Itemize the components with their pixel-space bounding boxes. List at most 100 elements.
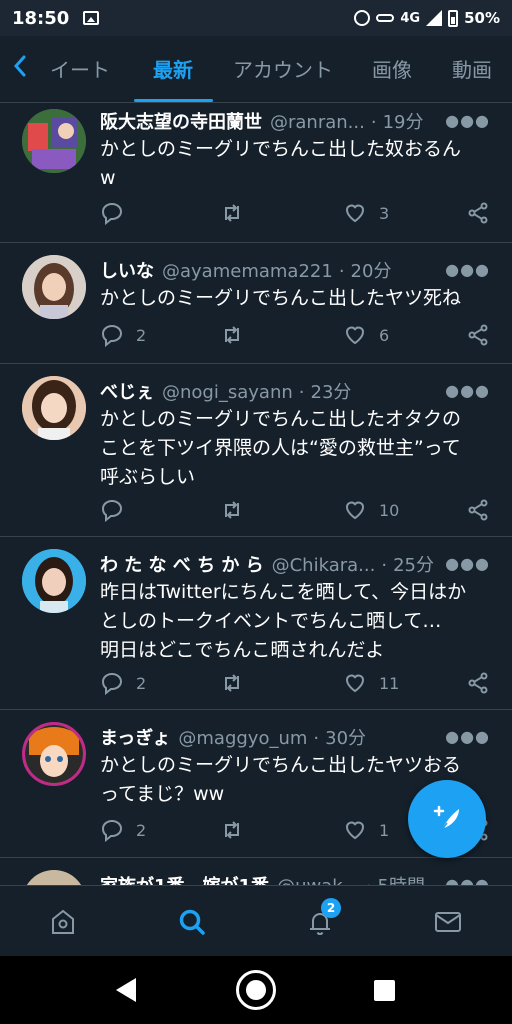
- more-options-icon[interactable]: ●●●: [445, 554, 490, 573]
- tweet-actions: 10: [100, 498, 490, 526]
- more-options-icon[interactable]: ●●●: [445, 260, 490, 279]
- gallery-notification-icon: [83, 11, 100, 25]
- tweet-time: 5時間: [378, 872, 425, 885]
- tweet-text: かとしのミーグリでちんこ出したヤツ死ね: [100, 284, 490, 313]
- avatar[interactable]: [22, 109, 86, 173]
- retweet-button[interactable]: [220, 498, 256, 522]
- share-button[interactable]: [466, 498, 490, 522]
- tweet-header: まっぎょ @maggyo_um · 30分: [100, 724, 492, 750]
- system-recents-icon[interactable]: [374, 980, 395, 1001]
- user-handle[interactable]: @ranran...: [270, 112, 365, 133]
- more-options-icon[interactable]: ●●●: [445, 381, 490, 400]
- nav-messages[interactable]: [430, 904, 466, 940]
- display-name[interactable]: しいな: [100, 257, 154, 283]
- reply-button[interactable]: 2: [100, 323, 146, 347]
- user-handle[interactable]: @Chikara...: [272, 555, 376, 576]
- like-count: 3: [379, 203, 390, 223]
- like-button[interactable]: 3: [343, 201, 389, 225]
- more-options-icon[interactable]: ●●●: [445, 727, 490, 746]
- avatar[interactable]: [22, 870, 86, 885]
- tweet-time: 19分: [382, 112, 424, 133]
- separator-dot: ·: [366, 876, 372, 885]
- like-button[interactable]: 1: [343, 818, 389, 842]
- retweet-button[interactable]: [220, 201, 256, 225]
- retweet-icon: [225, 501, 239, 519]
- display-name[interactable]: まっぎょ: [100, 724, 170, 750]
- reply-count: 2: [136, 820, 147, 840]
- retweet-button[interactable]: [220, 323, 256, 347]
- avatar[interactable]: [22, 376, 86, 440]
- share-icon: [468, 202, 488, 224]
- tweet[interactable]: 家族が1番、嫁が1番 @uwak... · 5時間 ●●●: [0, 858, 512, 885]
- tab-images[interactable]: 画像: [372, 54, 412, 83]
- share-button[interactable]: [466, 323, 490, 347]
- nav-search[interactable]: [174, 904, 210, 940]
- display-name[interactable]: べじぇ: [100, 378, 154, 404]
- vpn-key-icon: [376, 14, 395, 22]
- user-handle[interactable]: @ayamemama221: [162, 261, 333, 282]
- tweet[interactable]: べじぇ @nogi_sayann · 23分 ●●● かとしのミーグリでちんこ出…: [0, 364, 512, 537]
- reply-button[interactable]: [100, 498, 136, 522]
- like-button[interactable]: 11: [343, 671, 399, 695]
- tweet[interactable]: しいな @ayamemama221 · 20分 ●●● かとしのミーグリでちんこ…: [0, 243, 512, 364]
- reply-button[interactable]: 2: [100, 818, 146, 842]
- reply-count: 2: [136, 325, 147, 345]
- more-options-icon[interactable]: ●●●: [445, 875, 490, 885]
- retweet-icon: [225, 674, 239, 692]
- tweet-header: しいな @ayamemama221 · 20分: [100, 257, 492, 283]
- tweet-text-line: かとしのミーグリでちんこ出したヤツおる: [100, 754, 462, 776]
- retweet-button[interactable]: [220, 818, 256, 842]
- avatar[interactable]: [22, 255, 86, 319]
- like-button[interactable]: 10: [343, 498, 399, 522]
- status-bar: 18:50 4G 50%: [0, 0, 512, 36]
- like-count: 10: [379, 500, 400, 520]
- tweet[interactable]: わ た な べ ち か ら @Chikara... · 25分 ●●● 昨日はT…: [0, 537, 512, 710]
- status-icons: 4G 50%: [354, 9, 500, 27]
- separator-dot: ·: [298, 382, 305, 403]
- tweet-text: かとしのミーグリでちんこ出した奴おるん w: [100, 135, 490, 193]
- heart-icon: [345, 326, 365, 345]
- reply-icon: [101, 672, 123, 695]
- like-button[interactable]: 6: [343, 323, 389, 347]
- tweet-time: 23分: [310, 382, 352, 403]
- back-arrow-icon[interactable]: [12, 53, 42, 83]
- tweet-header: 家族が1番、嫁が1番 @uwak... · 5時間: [100, 872, 492, 885]
- tweet-header: わ た な べ ち か ら @Chikara... · 25分: [100, 551, 492, 577]
- display-name[interactable]: 阪大志望の寺田蘭世: [100, 108, 262, 134]
- avatar[interactable]: [22, 722, 86, 786]
- user-handle[interactable]: @nogi_sayann: [162, 382, 293, 403]
- user-handle[interactable]: @uwak...: [277, 876, 360, 885]
- tweet-feed[interactable]: 阪大志望の寺田蘭世 @ranran... · 19分 ●●● かとしのミーグリで…: [0, 103, 512, 885]
- display-name[interactable]: 家族が1番、嫁が1番: [100, 872, 269, 885]
- retweet-icon: [225, 326, 239, 344]
- reply-button[interactable]: 2: [100, 671, 146, 695]
- tweet[interactable]: 阪大志望の寺田蘭世 @ranran... · 19分 ●●● かとしのミーグリで…: [0, 103, 512, 243]
- share-button[interactable]: [466, 671, 490, 695]
- tab-latest[interactable]: 最新: [153, 54, 193, 83]
- battery-icon: [448, 9, 459, 27]
- more-options-icon[interactable]: ●●●: [445, 111, 490, 130]
- share-button[interactable]: [466, 201, 490, 225]
- system-home-icon[interactable]: [236, 970, 276, 1010]
- reply-button[interactable]: [100, 201, 136, 225]
- compose-tweet-button[interactable]: [408, 780, 486, 858]
- nav-home[interactable]: [45, 904, 81, 940]
- separator-dot: ·: [381, 555, 388, 576]
- tab-tweets[interactable]: イート: [50, 54, 110, 83]
- display-name[interactable]: わ た な べ ち か ら: [100, 551, 264, 577]
- retweet-button[interactable]: [220, 671, 256, 695]
- tab-accounts[interactable]: アカウント: [233, 54, 333, 83]
- user-handle[interactable]: @maggyo_um: [178, 728, 307, 749]
- tab-videos[interactable]: 動画: [452, 54, 492, 83]
- share-icon: [468, 672, 488, 694]
- tweet-header: べじぇ @nogi_sayann · 23分: [100, 378, 492, 404]
- heart-icon: [345, 501, 365, 520]
- tweet-actions: 2 11: [100, 671, 490, 699]
- tweet-time: 20分: [350, 261, 392, 282]
- tweet-time: 25分: [393, 555, 434, 576]
- system-back-icon[interactable]: [116, 978, 136, 1002]
- tweet-text-line: 明日はどこでちんこ晒されんだよ: [100, 639, 385, 661]
- tweet-text-line: かとしのミーグリでちんこ出したオタクの: [100, 408, 462, 430]
- avatar[interactable]: [22, 549, 86, 613]
- share-icon: [468, 499, 488, 521]
